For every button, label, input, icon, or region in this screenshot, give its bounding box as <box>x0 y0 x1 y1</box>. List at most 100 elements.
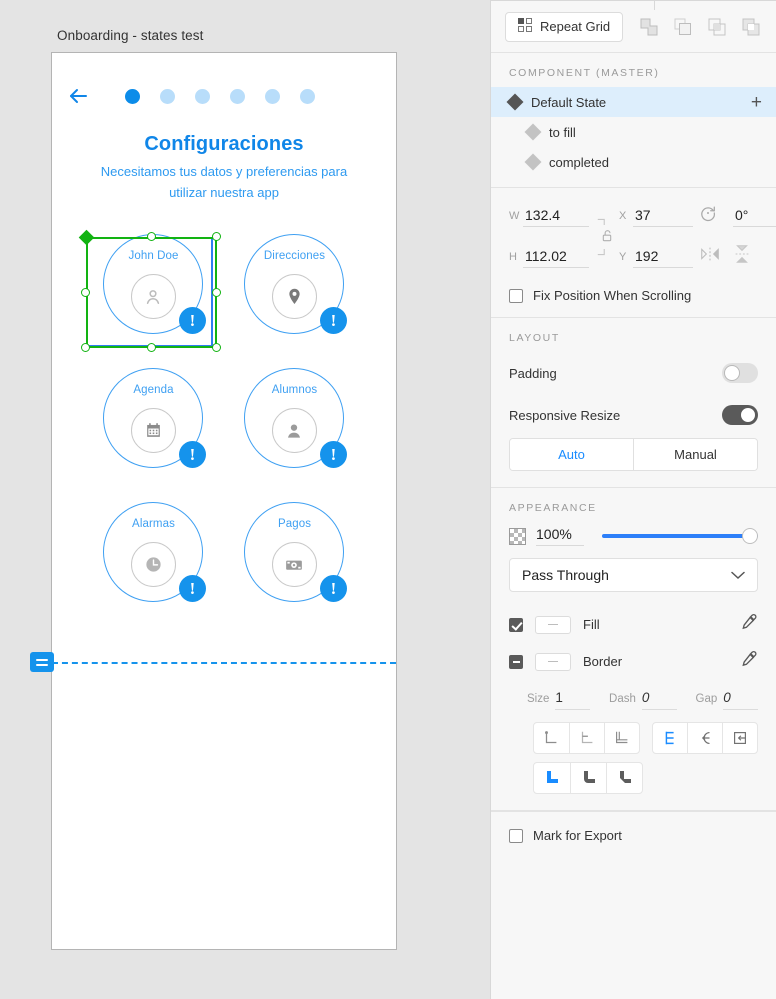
layout-section: LAYOUT Padding Responsive Resize Auto Ma… <box>491 318 776 488</box>
mark-for-export-row[interactable]: Mark for Export <box>491 811 776 859</box>
status-badge[interactable]: ! <box>320 575 347 602</box>
progress-dot-3[interactable] <box>195 89 210 104</box>
selection-handle-bottom-right[interactable] <box>212 343 221 352</box>
option-cell-alarmas[interactable]: Alarmas ! <box>95 497 212 623</box>
selection-handle-mid-left[interactable] <box>81 288 90 297</box>
option-label: Agenda <box>133 384 174 396</box>
mixed-value-dash <box>548 660 558 663</box>
option-cell-direcciones[interactable]: Direcciones ! <box>236 229 353 355</box>
border-gap-label: Gap <box>695 693 718 705</box>
selection-handle-top-right[interactable] <box>212 232 221 241</box>
intersect-icon[interactable] <box>704 14 730 40</box>
width-input[interactable]: 132.4 <box>523 205 589 227</box>
fix-position-checkbox[interactable] <box>509 288 523 303</box>
border-gap-input[interactable]: 0 <box>723 690 758 710</box>
fix-position-row[interactable]: Fix Position When Scrolling <box>509 288 758 303</box>
status-badge[interactable]: ! <box>179 441 206 468</box>
selection-handle-bottom-center[interactable] <box>147 343 156 352</box>
option-cell-john-doe[interactable]: John Doe ! <box>95 229 212 355</box>
status-badge[interactable]: ! <box>179 307 206 334</box>
join-round-icon[interactable] <box>570 763 606 793</box>
fill-color-swatch[interactable] <box>535 615 571 634</box>
flip-horizontal-icon[interactable] <box>699 246 733 267</box>
component-state-to-fill[interactable]: to fill <box>491 117 776 147</box>
progress-dot-4[interactable] <box>230 89 245 104</box>
progress-dot-6[interactable] <box>300 89 315 104</box>
handle-bar <box>36 658 48 661</box>
border-style-groups <box>491 712 776 754</box>
selection-handle-mid-right[interactable] <box>212 288 221 297</box>
progress-dot-1[interactable] <box>125 89 140 104</box>
artboard[interactable]: Configuraciones Necesitamos tus datos y … <box>51 52 397 950</box>
repeat-grid-label: Repeat Grid <box>540 19 611 34</box>
border-color-swatch[interactable] <box>535 652 571 671</box>
option-label: Alarmas <box>132 518 175 530</box>
component-diamond-icon <box>524 123 542 141</box>
rotation-input[interactable]: 0° <box>733 205 776 227</box>
artboard-title[interactable]: Onboarding - states test <box>57 28 203 43</box>
padding-row: Padding <box>491 352 776 394</box>
subtract-icon[interactable] <box>670 14 696 40</box>
cap-round-icon[interactable] <box>568 723 604 753</box>
border-checkbox[interactable] <box>509 654 523 669</box>
option-cell-pagos[interactable]: Pagos ! <box>236 497 353 623</box>
border-dash-input[interactable]: 0 <box>641 690 677 710</box>
option-cell-alumnos[interactable]: Alumnos ! <box>236 363 353 489</box>
rotate-icon[interactable] <box>699 204 733 227</box>
exclude-icon[interactable] <box>738 14 764 40</box>
cap-butt-icon[interactable] <box>534 723 569 753</box>
status-badge[interactable]: ! <box>320 441 347 468</box>
design-canvas[interactable]: Onboarding - states test Configuraciones… <box>0 0 490 999</box>
scroll-group-divider <box>52 662 396 664</box>
border-join-group <box>533 762 643 794</box>
blend-mode-select[interactable]: Pass Through <box>509 558 758 592</box>
status-badge[interactable]: ! <box>320 307 347 334</box>
opacity-input[interactable]: 100% <box>536 526 584 546</box>
y-input[interactable]: 192 <box>633 246 693 268</box>
join-bevel-icon[interactable] <box>606 763 642 793</box>
join-miter-icon[interactable] <box>534 763 570 793</box>
selection-handle-top-center[interactable] <box>147 232 156 241</box>
x-input[interactable]: 37 <box>633 205 693 227</box>
border-inside-icon[interactable] <box>653 723 688 753</box>
fill-checkbox[interactable] <box>509 617 523 632</box>
border-center-icon[interactable] <box>687 723 722 753</box>
appearance-section: APPEARANCE 100% Pass Through Fill Border… <box>491 488 776 811</box>
flip-vertical-icon[interactable] <box>733 243 776 270</box>
padding-toggle[interactable] <box>722 363 758 383</box>
option-cell-agenda[interactable]: Agenda ! <box>95 363 212 489</box>
repeat-grid-icon <box>518 18 532 35</box>
component-state-label: completed <box>549 154 609 170</box>
eyedropper-icon[interactable] <box>740 613 758 636</box>
eyedropper-icon[interactable] <box>740 650 758 673</box>
repeat-grid-button[interactable]: Repeat Grid <box>505 11 624 42</box>
add-state-button[interactable]: + <box>751 93 762 112</box>
resize-mode-auto[interactable]: Auto <box>510 439 633 470</box>
border-dash-label: Dash <box>609 693 636 705</box>
person-icon <box>130 274 176 319</box>
resize-mode-manual[interactable]: Manual <box>633 439 757 470</box>
opacity-slider[interactable] <box>602 528 758 544</box>
mark-for-export-checkbox[interactable] <box>509 828 523 843</box>
selection-handle-bottom-left[interactable] <box>81 343 90 352</box>
scroll-group-handle-icon[interactable] <box>30 652 54 672</box>
grid-row: Alarmas ! Pagos ! <box>52 497 396 623</box>
status-badge[interactable]: ! <box>179 575 206 602</box>
height-input[interactable]: 112.02 <box>523 246 589 268</box>
progress-dot-2[interactable] <box>160 89 175 104</box>
component-state-default[interactable]: Default State + <box>491 87 776 117</box>
border-outside-icon[interactable] <box>722 723 757 753</box>
border-row: Border <box>491 643 776 680</box>
component-state-completed[interactable]: completed <box>491 147 776 177</box>
cap-square-icon[interactable] <box>603 723 639 753</box>
responsive-resize-toggle[interactable] <box>722 405 758 425</box>
union-icon[interactable] <box>636 14 662 40</box>
border-size-input[interactable]: 1 <box>555 690 591 710</box>
progress-dot-5[interactable] <box>265 89 280 104</box>
slider-knob[interactable] <box>742 528 758 544</box>
responsive-resize-label: Responsive Resize <box>509 407 621 423</box>
x-label: X <box>619 209 627 222</box>
grid-row: Agenda ! Alumnos ! <box>52 363 396 489</box>
progress-dots[interactable] <box>125 89 315 104</box>
back-arrow-icon[interactable] <box>66 84 90 108</box>
